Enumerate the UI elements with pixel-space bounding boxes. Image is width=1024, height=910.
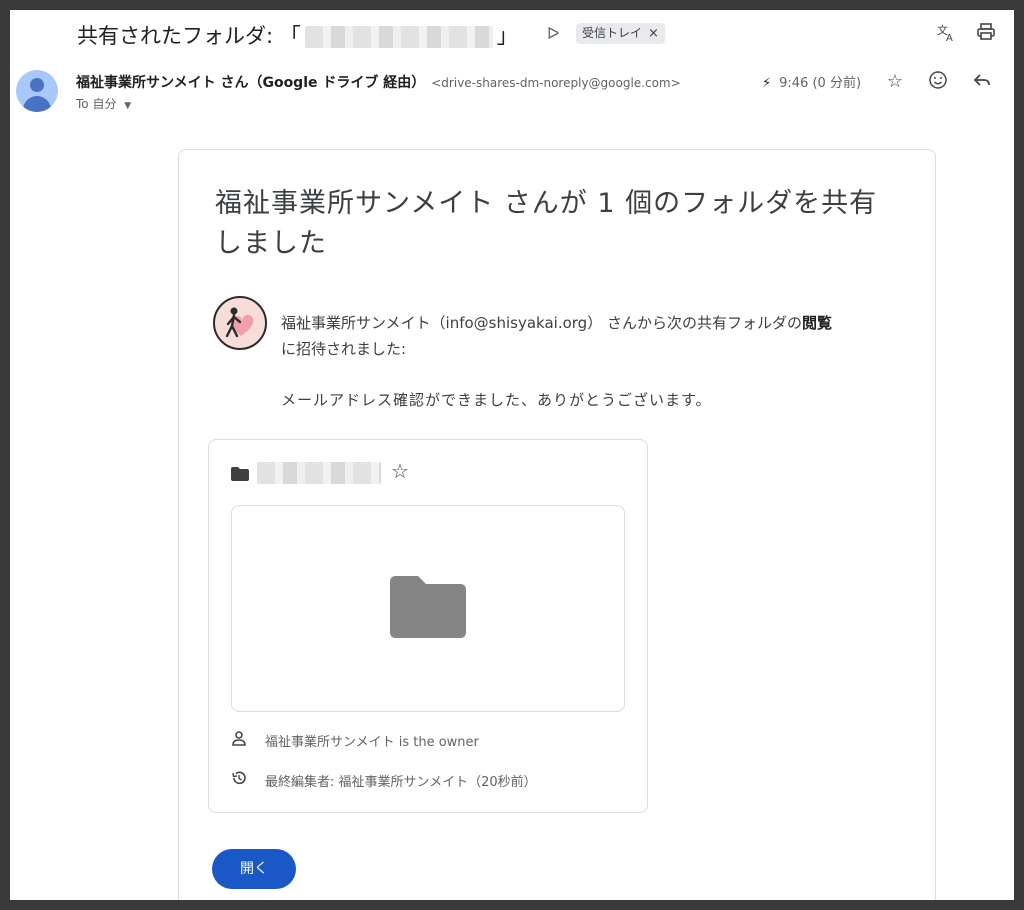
share-card: 福祉事業所サンメイト さんが 1 個のフォルダを共有しました 福祉事業所サンメイ… [178, 149, 936, 900]
email-time: 9:46 (0 分前) [779, 76, 862, 91]
owner-text: 福祉事業所サンメイト is the owner [265, 735, 479, 750]
person-icon [229, 730, 249, 750]
star-icon[interactable]: ☆ [391, 459, 409, 483]
print-icon[interactable] [974, 22, 998, 46]
star-icon[interactable]: ☆ [883, 70, 907, 94]
last-edited-text: 最終編集者: 福祉事業所サンメイト（20秒前） [265, 775, 537, 790]
invite-text: 福祉事業所サンメイト（info@shisyakai.org） さんから次の共有フ… [281, 310, 911, 362]
email-window: 共有されたフォルダ: 「 」 ᐅ 受信トレイ × 文A 福祉事業所サンメイト さん（… [10, 10, 1014, 900]
sender-email: <drive-shares-dm-noreply@google.com> [431, 76, 681, 90]
history-icon [229, 770, 249, 790]
subject-suffix: 」 [496, 24, 518, 48]
sender-name[interactable]: 福祉事業所サンメイト さん（Google ドライブ 経由） [76, 75, 425, 91]
redacted-folder-title[interactable] [257, 462, 381, 484]
owner-row: 福祉事業所サンメイト is the owner [229, 730, 479, 750]
svg-text:A: A [946, 33, 953, 42]
inbox-label: 受信トレイ [582, 26, 643, 40]
folder-icon [390, 576, 466, 638]
translate-icon[interactable]: 文A [934, 22, 958, 46]
open-button[interactable]: 開く [212, 849, 296, 889]
sender-avatar[interactable] [16, 70, 58, 112]
folder-preview[interactable] [231, 505, 625, 712]
folder-card[interactable]: ☆ 福祉事業所サンメイト is the owner 最終編集者: 福祉事業所サン… [208, 439, 648, 813]
time-block: ⚡ 9:46 (0 分前) [762, 72, 861, 91]
redacted-folder-name [304, 26, 493, 48]
recipient-text: To 自分 [76, 97, 117, 111]
share-message: メールアドレス確認ができました、ありがとうございます。 [281, 391, 712, 409]
share-title: 福祉事業所サンメイト さんが 1 個のフォルダを共有しました [215, 188, 878, 259]
emoji-icon[interactable] [926, 70, 950, 94]
last-edited-row: 最終編集者: 福祉事業所サンメイト（20秒前） [229, 770, 537, 790]
sender-line: 福祉事業所サンメイト さん（Google ドライブ 経由） <drive-shar… [76, 72, 681, 92]
invite-prefix: 福祉事業所サンメイト（info@shisyakai.org） さんから次の共有フ… [281, 314, 802, 332]
remove-label-icon[interactable]: × [648, 26, 659, 41]
subject-row: 共有されたフォルダ: 「 」 ᐅ 受信トレイ × 文A [10, 10, 1014, 58]
invite-suffix: に招待されました: [281, 340, 407, 358]
recipient-line[interactable]: To 自分 ▼ [76, 95, 131, 112]
reply-icon[interactable] [970, 70, 994, 94]
email-subject: 共有されたフォルダ: 「 」 [77, 20, 518, 50]
folder-icon [231, 466, 249, 481]
owner-avatar [213, 296, 267, 350]
lightning-icon: ⚡ [762, 76, 772, 91]
important-icon[interactable]: ᐅ [547, 24, 559, 43]
chevron-down-icon[interactable]: ▼ [124, 101, 131, 111]
permission-view: 閲覧 [801, 314, 832, 332]
inbox-label-chip[interactable]: 受信トレイ × [576, 23, 665, 44]
subject-prefix: 共有されたフォルダ: 「 [77, 24, 301, 48]
